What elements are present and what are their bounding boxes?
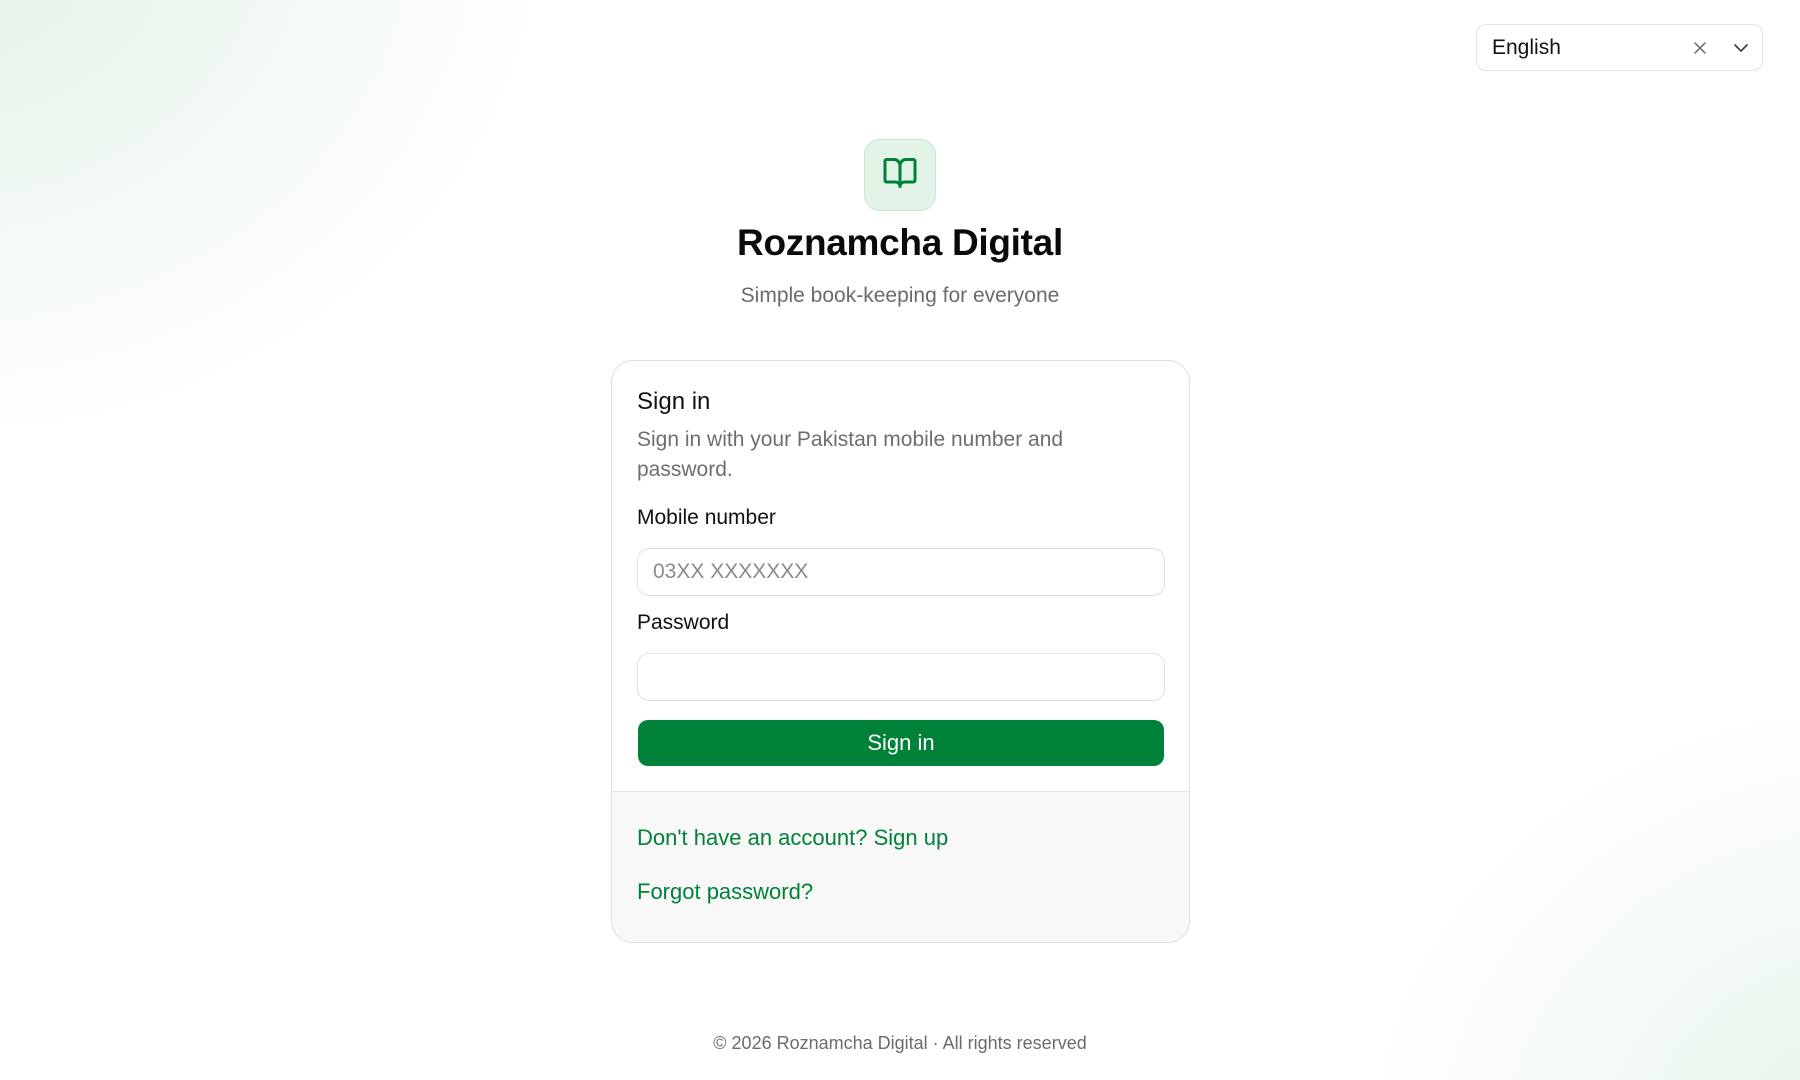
card-description: Sign in with your Pakistan mobile number… (637, 428, 1064, 481)
clear-icon[interactable] (1680, 25, 1720, 70)
signin-card-footer: Don't have an account? Sign up Forgot pa… (612, 791, 1189, 942)
signin-card: Sign in Sign in with your Pakistan mobil… (611, 360, 1190, 943)
app-logo (864, 139, 936, 211)
signup-link[interactable]: Don't have an account? Sign up (637, 825, 948, 851)
chevron-down-icon[interactable] (1720, 25, 1762, 70)
language-select[interactable]: English (1476, 24, 1763, 71)
card-title: Sign in (637, 388, 711, 415)
app-title: Roznamcha Digital (737, 222, 1063, 263)
mobile-number-label: Mobile number (637, 506, 776, 529)
signin-card-body: Sign in Sign in with your Pakistan mobil… (612, 361, 1189, 791)
open-book-icon (882, 155, 918, 196)
forgot-password-link[interactable]: Forgot password? (637, 879, 813, 905)
language-select-value: English (1492, 35, 1561, 59)
mobile-number-input[interactable] (637, 548, 1165, 596)
password-input[interactable] (637, 653, 1165, 701)
copyright-text: © 2026 Roznamcha Digital · All rights re… (713, 1033, 1087, 1053)
signin-button[interactable]: Sign in (638, 720, 1164, 766)
app-subtitle: Simple book-keeping for everyone (740, 284, 1060, 307)
password-label: Password (637, 611, 730, 634)
